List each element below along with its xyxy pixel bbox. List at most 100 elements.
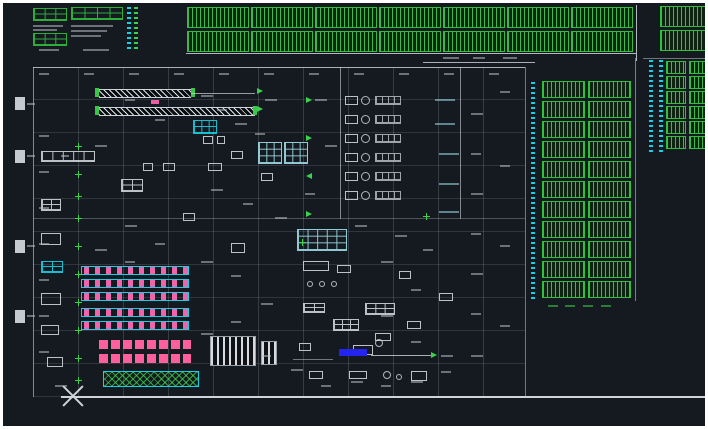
storage-rack-block [379, 7, 441, 28]
tiny-text-mark [201, 333, 213, 335]
cyan-aisle-strip [127, 5, 131, 49]
equipment-circle [361, 191, 370, 200]
equipment-circle [331, 281, 337, 287]
equipment-box [15, 240, 25, 253]
pallet-dot-row [81, 308, 189, 317]
equipment-box [163, 163, 175, 171]
storage-rack-block [542, 281, 585, 298]
storage-rack-block [588, 101, 631, 118]
green-cross-marker [423, 213, 430, 220]
tiny-text-mark [583, 305, 593, 307]
storage-rack-block [689, 121, 708, 134]
drawing-line-v [460, 67, 461, 219]
tiny-text-mark [503, 57, 517, 59]
green-aisle-strip [134, 5, 138, 49]
storage-rack-block [666, 61, 686, 74]
storage-rack-block [251, 31, 313, 52]
storage-rack-block [666, 91, 686, 104]
storage-rack-block [588, 221, 631, 238]
tiny-text-mark [39, 315, 49, 317]
tiny-text-mark [95, 145, 107, 147]
mini-table [375, 134, 401, 143]
storage-rack-block [187, 7, 249, 28]
tiny-text-mark [95, 249, 107, 251]
tiny-text-mark [33, 25, 63, 27]
equipment-box [303, 261, 329, 271]
tiny-text-mark [61, 155, 69, 157]
tiny-text-mark [27, 245, 35, 247]
equipment-box [15, 150, 25, 163]
equipment-box [203, 136, 213, 144]
equipment-box [231, 151, 243, 159]
tiny-text-mark [84, 73, 94, 75]
drawing-line-h [186, 53, 636, 54]
tiny-text-mark [39, 243, 49, 245]
cad-drawing-canvas[interactable] [0, 0, 708, 429]
tiny-text-mark [219, 73, 229, 75]
tiny-text-mark [500, 245, 510, 247]
pallet-solid-row [99, 340, 191, 349]
drawing-line-v [635, 58, 636, 301]
equipment-box [261, 173, 273, 181]
equipment-circle [361, 96, 370, 105]
flow-arrow-icon [306, 173, 312, 179]
mini-table [375, 115, 401, 124]
equipment-circle [375, 339, 383, 347]
tiny-text-mark [471, 153, 481, 155]
storage-rack-block [588, 81, 631, 98]
storage-rack-block [542, 221, 585, 238]
equipment-box [15, 97, 25, 110]
equipment-box [407, 321, 421, 329]
storage-rack-block [689, 136, 708, 149]
mini-table [375, 96, 401, 105]
mini-table [365, 303, 395, 315]
cyan-aisle-strip [531, 81, 535, 299]
equipment-circle [361, 134, 370, 143]
tiny-text-mark [255, 133, 265, 135]
equipment-circle [307, 281, 313, 287]
tiny-text-mark [325, 145, 337, 147]
tiny-text-mark [473, 57, 485, 59]
tiny-text-mark [83, 49, 109, 51]
tiny-text-mark [291, 369, 303, 371]
storage-rack-block [507, 31, 569, 52]
tiny-text-mark [39, 351, 49, 353]
tiny-text-mark [601, 305, 611, 307]
tiny-text-mark [439, 183, 459, 185]
equipment-box [41, 325, 59, 335]
pallet-dot-row [81, 292, 189, 301]
stairs-block [210, 336, 256, 366]
green-cross-marker [75, 193, 82, 200]
tiny-text-mark [399, 73, 409, 75]
storage-rack-block [251, 7, 313, 28]
drawing-line-v [525, 67, 526, 397]
flow-arrow-icon [306, 135, 312, 141]
storage-rack-block [666, 76, 686, 89]
storage-rack-block [542, 121, 585, 138]
selected-object[interactable] [339, 349, 367, 356]
equipment-box [95, 88, 99, 97]
tiny-text-mark [381, 385, 391, 387]
equipment-box [183, 213, 195, 221]
drawing-line-h [423, 62, 535, 63]
tiny-text-mark [264, 73, 274, 75]
storage-rack-block [660, 6, 708, 27]
storage-rack-block [588, 121, 631, 138]
pallet-solid-row [99, 354, 191, 363]
green-cross-marker [299, 239, 306, 246]
storage-rack-block [588, 161, 631, 178]
equipment-box [208, 163, 222, 171]
tiny-text-mark [471, 193, 483, 195]
equipment-box [411, 371, 427, 381]
tiny-text-mark [27, 103, 35, 105]
tiny-text-mark [500, 325, 510, 327]
tiny-text-mark [129, 73, 139, 75]
tiny-text-mark [471, 233, 481, 235]
green-cross-marker [75, 355, 82, 362]
storage-rack-block [689, 91, 708, 104]
tiny-text-mark [411, 381, 423, 383]
tiny-text-mark [125, 225, 137, 227]
tiny-text-mark [500, 165, 510, 167]
tiny-text-mark [381, 261, 393, 263]
tiny-text-mark [261, 303, 273, 305]
